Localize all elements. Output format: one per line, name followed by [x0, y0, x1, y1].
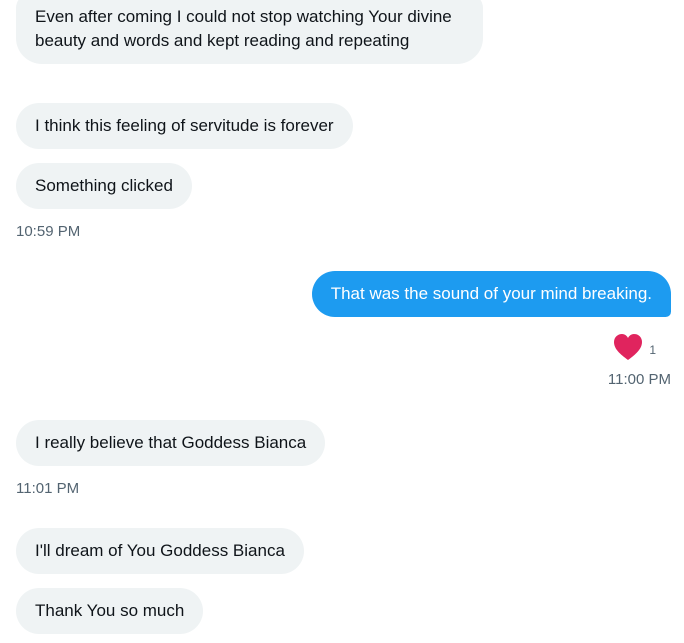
- message-timestamp: 11:00 PM: [607, 371, 671, 388]
- message-reaction[interactable]: 1: [613, 333, 656, 366]
- message-timestamp: 11:01 PM: [16, 480, 80, 497]
- message-bubble-incoming[interactable]: Thank You so much: [16, 588, 204, 634]
- message-bubble-incoming[interactable]: I'll dream of You Goddess Bianca: [16, 528, 304, 574]
- message-bubble-outgoing[interactable]: That was the sound of your mind breaking…: [311, 271, 671, 317]
- reaction-count: 1: [649, 342, 656, 357]
- message-bubble-incoming[interactable]: I really believe that Goddess Bianca: [16, 420, 326, 466]
- message-timestamp: 10:59 PM: [16, 223, 81, 240]
- heart-icon: [613, 333, 643, 366]
- message-thread: Even after coming I could not stop watch…: [0, 0, 684, 643]
- message-bubble-incoming[interactable]: Even after coming I could not stop watch…: [16, 0, 483, 64]
- message-bubble-incoming[interactable]: Something clicked: [16, 163, 192, 209]
- message-bubble-incoming[interactable]: I think this feeling of servitude is for…: [16, 103, 353, 149]
